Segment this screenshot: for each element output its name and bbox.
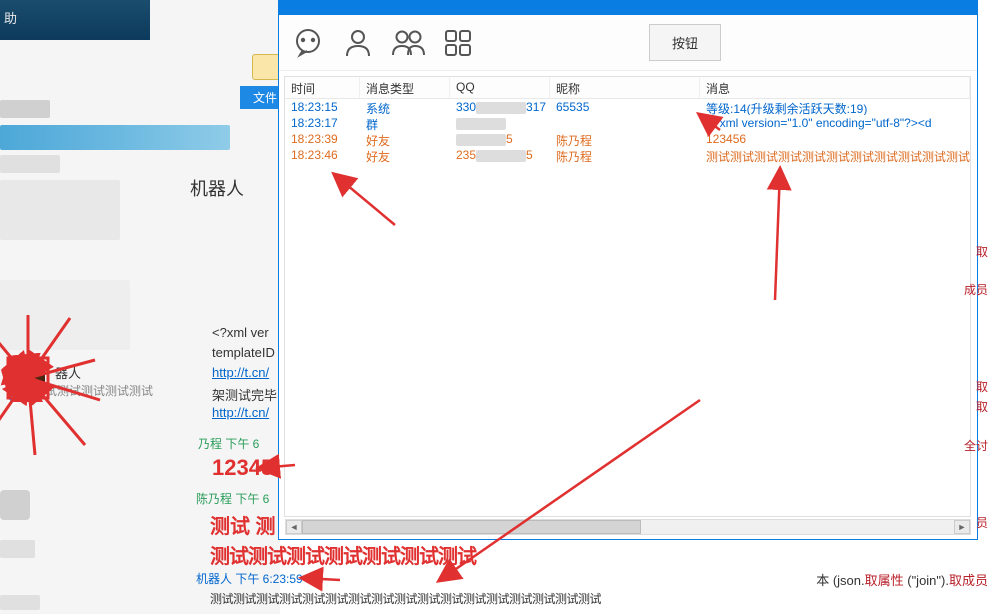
code-fragment: 取	[976, 243, 988, 260]
contact-name: 器人	[55, 363, 81, 382]
code-line: 本 (json.取属性 ("join").取成员	[816, 570, 988, 589]
msg-test-line: 测试 测	[210, 510, 276, 539]
table-body: 18:23:15系统33031765535等级:14(升级剩余活跃天数:19)1…	[285, 99, 970, 163]
scroll-track[interactable]	[302, 520, 954, 534]
msg-big-number: 12345	[212, 455, 273, 481]
cell-qq: 2355	[450, 147, 550, 163]
scroll-right-icon[interactable]: ►	[954, 520, 970, 534]
cell-msg: 123456	[700, 131, 970, 147]
table-row[interactable]: 18:23:17群 <?xml version="1.0" encoding="u…	[285, 115, 970, 131]
cell-type: 群	[360, 115, 450, 131]
col-type[interactable]: 消息类型	[360, 77, 450, 98]
col-qq[interactable]: QQ	[450, 77, 550, 98]
cell-qq: 330317	[450, 99, 550, 115]
people-icon[interactable]	[389, 24, 427, 62]
msg-test-line: 测试测试测试测试测试测试测试	[210, 540, 476, 569]
cell-time: 18:23:15	[285, 99, 360, 115]
blur-selected	[0, 125, 230, 150]
contact-subtitle: 试测试测试测试测试	[45, 382, 153, 399]
code-fragment: 员	[976, 514, 988, 531]
cell-time: 18:23:17	[285, 115, 360, 131]
person-icon[interactable]	[339, 24, 377, 62]
code-fragment: 全讨	[964, 437, 988, 454]
cell-msg: <?xml version="1.0" encoding="utf-8"?><d	[700, 115, 970, 131]
message-table: 时间 消息类型 QQ 昵称 消息 18:23:15系统33031765535等级…	[284, 76, 971, 517]
msg-xml-partial: <?xml ver	[212, 325, 269, 340]
msg-templateid: templateID	[212, 345, 275, 360]
scroll-thumb[interactable]	[302, 520, 641, 534]
cell-type: 系统	[360, 99, 450, 115]
action-button[interactable]: 按钮	[649, 24, 721, 61]
table-row[interactable]: 18:23:46好友2355陈乃程测试测试测试测试测试测试测试测试测试测试测试测	[285, 147, 970, 163]
cell-type: 好友	[360, 131, 450, 147]
msg-link[interactable]: http://t.cn/	[212, 365, 269, 380]
scroll-left-icon[interactable]: ◄	[286, 520, 302, 534]
code-fragment: 成员	[964, 281, 988, 298]
blur	[0, 155, 60, 173]
table-header: 时间 消息类型 QQ 昵称 消息	[285, 77, 970, 99]
cell-time: 18:23:46	[285, 147, 360, 163]
cell-type: 好友	[360, 147, 450, 163]
horizontal-scrollbar[interactable]: ◄ ►	[285, 519, 971, 535]
msg-long-test: 测试测试测试测试测试测试测试测试测试测试测试测试测试测试测试测试测试	[210, 590, 601, 607]
blur	[0, 595, 40, 610]
bg-header: 助	[0, 0, 150, 40]
cell-nick: 陈乃程	[550, 131, 700, 147]
cell-time: 18:23:39	[285, 131, 360, 147]
msg-timestamp: 机器人 下午 6:23:59	[196, 570, 303, 587]
msg-link[interactable]: http://t.cn/	[212, 405, 269, 420]
robot-avatar[interactable]: ★	[10, 360, 50, 400]
table-row[interactable]: 18:23:15系统33031765535等级:14(升级剩余活跃天数:19)	[285, 99, 970, 115]
table-row[interactable]: 18:23:39好友5陈乃程123456	[285, 131, 970, 147]
cell-msg: 测试测试测试测试测试测试测试测试测试测试测试测	[700, 147, 970, 163]
col-time[interactable]: 时间	[285, 77, 360, 98]
msg-timestamp: 乃程 下午 6	[198, 435, 259, 452]
chat-icon[interactable]	[289, 24, 327, 62]
robot-title: 机器人	[190, 175, 244, 201]
msg-timestamp: 陈乃程 下午 6	[196, 490, 269, 507]
grid-icon[interactable]	[439, 24, 477, 62]
cell-qq: 5	[450, 131, 550, 147]
cell-msg: 等级:14(升级剩余活跃天数:19)	[700, 99, 970, 115]
cell-nick	[550, 115, 700, 131]
msg-text: 架测试完毕	[212, 385, 277, 404]
cell-nick: 陈乃程	[550, 147, 700, 163]
blur	[0, 540, 35, 558]
cell-qq	[450, 115, 550, 131]
blur	[0, 180, 120, 240]
blur	[0, 100, 50, 118]
code-fragment: 取	[976, 398, 988, 415]
message-log-window: 按钮 时间 消息类型 QQ 昵称 消息 18:23:15系统3303176553…	[278, 0, 978, 540]
code-fragment: 取	[976, 378, 988, 395]
verified-badge-icon: ★	[6, 388, 22, 404]
window-titlebar[interactable]	[279, 1, 977, 15]
blur	[0, 280, 130, 350]
toolbar: 按钮	[279, 15, 977, 71]
cell-nick: 65535	[550, 99, 700, 115]
col-msg[interactable]: 消息	[700, 77, 970, 98]
blur	[0, 490, 30, 520]
col-nick[interactable]: 昵称	[550, 77, 700, 98]
